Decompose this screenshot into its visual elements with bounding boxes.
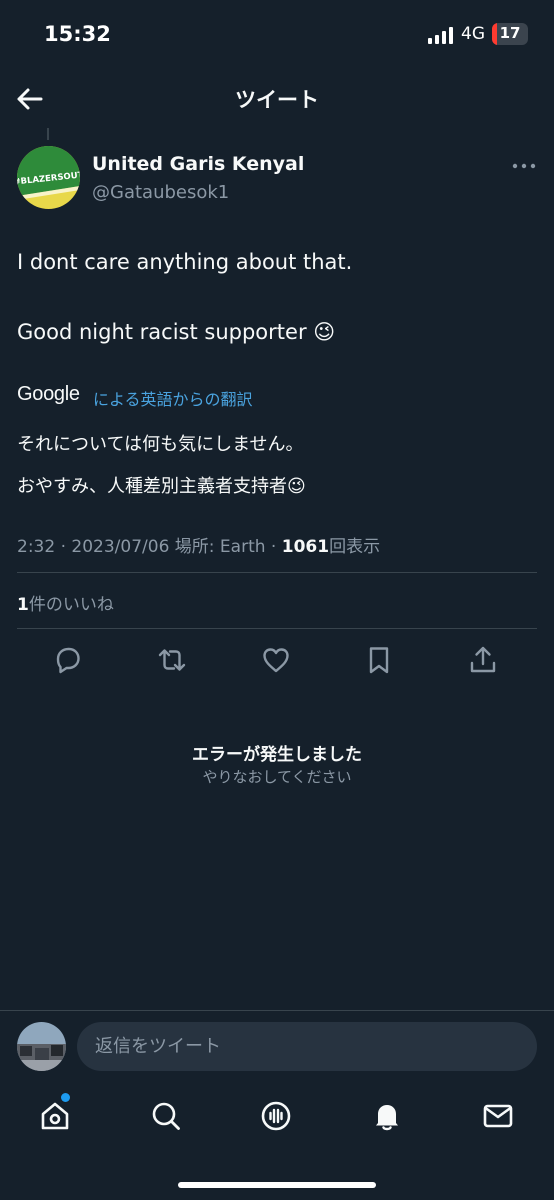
divider xyxy=(17,572,537,573)
page-title: ツイート xyxy=(235,88,319,112)
author-handle[interactable]: @Gataubesok1 xyxy=(92,182,229,203)
avatar[interactable]: #BLAZERSOUT xyxy=(17,146,80,209)
like-icon[interactable] xyxy=(260,644,292,676)
arrow-left-icon[interactable] xyxy=(14,84,44,114)
error-retry-link[interactable]: やりなおしてください xyxy=(0,766,554,787)
divider xyxy=(0,1010,554,1011)
likes-label: 件のいいね xyxy=(28,595,114,615)
reply-input[interactable] xyxy=(77,1022,537,1071)
search-icon[interactable] xyxy=(149,1099,183,1133)
status-time: 15:32 xyxy=(44,22,111,46)
tweet-text-line: Good night racist supporter 😉 xyxy=(17,320,336,344)
messages-icon[interactable] xyxy=(481,1099,515,1133)
translated-text-line: おやすみ、人種差別主義者支持者😉 xyxy=(17,476,306,497)
notification-dot xyxy=(61,1093,70,1102)
views-count: 1061 xyxy=(281,537,330,557)
likes-summary[interactable]: 1件のいいね xyxy=(17,590,114,615)
author-display-name[interactable]: United Garis Kenyal xyxy=(92,153,304,175)
more-options-icon[interactable] xyxy=(512,158,536,172)
tweet-text-line: I dont care anything about that. xyxy=(17,250,353,274)
tweet-date: 2023/07/06 xyxy=(71,537,170,557)
google-logo: Google xyxy=(17,383,80,405)
error-title: エラーが発生しました xyxy=(192,745,362,765)
divider xyxy=(17,628,537,629)
tweet-meta: 2:32 · 2023/07/06 場所: Earth · 1061回表示 xyxy=(17,537,381,557)
thread-line xyxy=(47,128,49,140)
retweet-icon[interactable] xyxy=(156,644,188,676)
network-label: 4G xyxy=(461,24,485,44)
reply-icon[interactable] xyxy=(52,644,84,676)
translated-text-line: それについては何も気にしません。 xyxy=(17,434,304,455)
notifications-icon[interactable] xyxy=(370,1099,404,1133)
spaces-icon[interactable] xyxy=(259,1099,293,1133)
signal-icon xyxy=(428,26,454,44)
tweet-location: 場所: Earth xyxy=(174,537,266,557)
bookmark-icon[interactable] xyxy=(363,644,395,676)
tweet-time: 2:32 xyxy=(17,537,56,557)
translation-link[interactable]: による英語からの翻訳 xyxy=(93,386,253,410)
battery-icon: 17 xyxy=(492,23,528,45)
share-icon[interactable] xyxy=(467,644,499,676)
home-indicator xyxy=(178,1182,376,1188)
battery-level: 17 xyxy=(499,24,521,42)
likes-count: 1 xyxy=(17,595,29,615)
views-label: 回表示 xyxy=(329,537,381,557)
user-avatar[interactable] xyxy=(17,1022,66,1071)
home-icon[interactable] xyxy=(38,1099,72,1133)
